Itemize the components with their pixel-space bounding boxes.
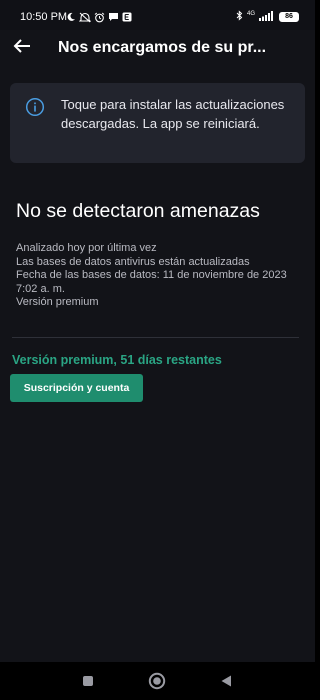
detail-database-date: Fecha de las bases de datos: 11 de novie…: [16, 269, 287, 281]
detail-database-time: 7:02 a. m.: [16, 282, 65, 295]
back-icon[interactable]: [218, 673, 234, 689]
app-screen: 10:50 PM 4G 86 Nos encargamos de su pr..…: [0, 0, 315, 700]
scan-details: Analizado hoy por última vez Las bases d…: [16, 242, 311, 310]
page-title: Nos encargamos de su pr...: [58, 39, 267, 56]
alarm-icon: [94, 12, 105, 23]
bluetooth-icon: [236, 8, 243, 26]
app-bar: Nos encargamos de su pr...: [0, 30, 315, 70]
mute-icon: [79, 12, 91, 23]
info-icon: [25, 97, 45, 117]
recents-icon[interactable]: [81, 674, 95, 688]
detail-databases-updated: Las bases de datos antivirus están actua…: [16, 255, 250, 268]
signal-icon: [259, 8, 275, 26]
detail-version: Versión premium: [16, 296, 99, 308]
divider: [12, 337, 299, 338]
install-updates-banner[interactable]: Toque para instalar las actualizaciones …: [10, 83, 305, 163]
status-icons-right: 4G 86: [236, 9, 299, 25]
banner-text: Toque para instalar las actualizaciones …: [61, 97, 285, 131]
status-time: 10:50 PM: [20, 11, 68, 23]
status-icons-left: [66, 10, 132, 24]
home-icon[interactable]: [148, 672, 166, 690]
app-e-icon: [122, 12, 132, 22]
detail-last-scan: Analizado hoy por última vez: [16, 242, 157, 254]
subscription-account-button[interactable]: Suscripción y cuenta: [10, 374, 143, 402]
back-button[interactable]: [8, 34, 36, 62]
status-bar: 10:50 PM 4G 86: [0, 0, 315, 30]
system-navigation-bar: [0, 662, 315, 700]
threat-status-headline: No se detectaron amenazas: [16, 200, 260, 222]
arrow-left-icon: [13, 38, 31, 59]
moon-icon: [66, 12, 76, 22]
network-type-label: 4G: [246, 11, 255, 17]
battery-icon: 86: [279, 12, 299, 22]
premium-status-text: Versión premium, 51 días restantes: [12, 353, 222, 367]
message-icon: [108, 12, 119, 22]
